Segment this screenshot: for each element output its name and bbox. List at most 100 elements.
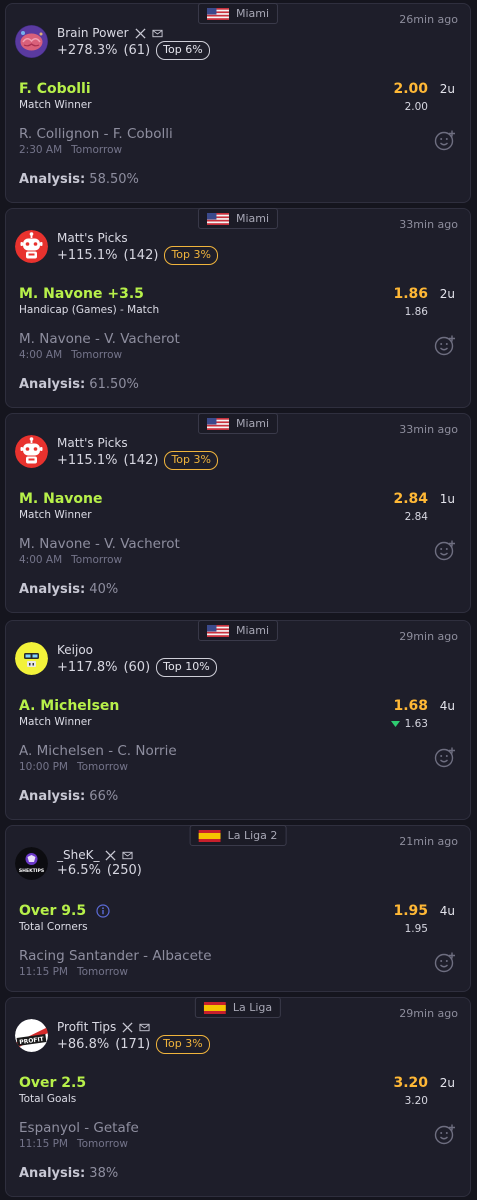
league-tag[interactable]: Miami (197, 620, 279, 641)
stake-units: 2u (439, 1076, 455, 1090)
email-icon[interactable] (122, 850, 133, 861)
kickoff-day: Tomorrow (77, 966, 128, 978)
tipster-profit: +6.5% (57, 863, 101, 878)
add-reaction-icon[interactable] (434, 539, 456, 561)
tip-card[interactable]: Miami 26min ago Brain Power +278.3% (61)… (5, 3, 471, 203)
market-type: Match Winner (19, 99, 92, 111)
league-tag[interactable]: Miami (197, 413, 279, 434)
x-icon[interactable] (135, 28, 146, 39)
usa-flag-icon (207, 8, 229, 20)
kickoff-time: 4:00 AM (19, 554, 63, 566)
add-reaction-icon[interactable] (434, 129, 456, 151)
tipster-profit: +115.1% (57, 453, 118, 468)
posted-time: 29min ago (399, 1007, 458, 1020)
market-type: Match Winner (19, 509, 92, 521)
tipster-pick-count: (60) (123, 660, 151, 675)
posted-time: 33min ago (399, 423, 458, 436)
tipster-name[interactable]: _SheK_ (57, 848, 99, 862)
tip-card[interactable]: Miami 29min ago Keijoo +117.8% (60) Top … (5, 620, 471, 820)
top-rank-badge: Top 6% (156, 41, 210, 60)
analysis-row[interactable]: Analysis: 61.50% (19, 377, 139, 392)
tipster-name[interactable]: Matt's Picks (57, 436, 128, 450)
pick-odds: 1.68 (393, 698, 428, 714)
keijoo-avatar-icon (15, 642, 48, 675)
spain-flag-icon (199, 830, 221, 842)
analysis-row[interactable]: Analysis: 38% (19, 1166, 118, 1181)
pick-selection: M. Navone (19, 491, 103, 507)
info-icon[interactable] (96, 904, 110, 918)
email-icon[interactable] (152, 28, 163, 39)
tips-feed: Miami 26min ago Brain Power +278.3% (61)… (0, 0, 477, 1200)
x-icon[interactable] (105, 850, 116, 861)
pick-odds: 1.95 (393, 903, 428, 919)
tipster-name[interactable]: Keijoo (57, 643, 93, 657)
kickoff-day: Tomorrow (71, 144, 123, 156)
stake-units: 4u (439, 699, 455, 713)
tipster-avatar[interactable] (15, 435, 48, 468)
league-tag[interactable]: La Liga 2 (189, 825, 287, 846)
kickoff-time: 11:15 PM (19, 1138, 68, 1150)
match-name[interactable]: M. Navone - V. Vacherot (19, 536, 180, 552)
usa-flag-icon (207, 213, 229, 225)
tip-card[interactable]: La Liga 29min ago PROFIT Profit Tips +86… (5, 997, 471, 1197)
pick-odds: 2.00 (393, 81, 428, 97)
tipster-avatar[interactable] (15, 642, 48, 675)
analysis-label: Analysis: (19, 377, 86, 392)
tipster-name[interactable]: Matt's Picks (57, 231, 128, 245)
league-tag[interactable]: Miami (197, 3, 279, 24)
tipster-profit: +115.1% (57, 248, 118, 263)
kickoff-day: Tomorrow (77, 761, 128, 773)
add-reaction-icon[interactable] (434, 746, 456, 768)
current-odds: 1.63 (404, 718, 428, 730)
kickoff-time: 4:00 AM (19, 349, 63, 361)
league-tag[interactable]: La Liga (194, 997, 282, 1018)
add-reaction-icon[interactable] (434, 951, 456, 973)
usa-flag-icon (207, 418, 229, 430)
posted-time: 26min ago (399, 13, 458, 26)
posted-time: 33min ago (399, 218, 458, 231)
tipster-pick-count: (142) (123, 453, 159, 468)
match-name[interactable]: Espanyol - Getafe (19, 1120, 139, 1136)
pick-odds: 2.84 (393, 491, 428, 507)
tipster-profit: +278.3% (57, 43, 118, 58)
kickoff-time: 10:00 PM (19, 761, 68, 773)
market-type: Handicap (Games) - Match (19, 304, 160, 316)
pick-selection: Over 2.5 (19, 1075, 87, 1091)
kickoff-time: 2:30 AM (19, 144, 63, 156)
top-rank-badge: Top 3% (164, 246, 218, 265)
posted-time: 21min ago (399, 835, 458, 848)
analysis-row[interactable]: Analysis: 58.50% (19, 172, 139, 187)
tip-card[interactable]: Miami 33min ago Matt's Picks +115.1% (14… (5, 413, 471, 613)
league-name: Miami (235, 417, 270, 430)
add-reaction-icon[interactable] (434, 1123, 456, 1145)
tipster-avatar[interactable]: SHEKTIPS (15, 847, 48, 880)
top-rank-badge: Top 3% (156, 1035, 210, 1054)
top-rank-badge: Top 3% (164, 451, 218, 470)
match-name[interactable]: A. Michelsen - C. Norrie (19, 743, 177, 759)
tipster-name[interactable]: Profit Tips (57, 1020, 116, 1034)
analysis-row[interactable]: Analysis: 40% (19, 582, 118, 597)
stake-units: 1u (439, 492, 455, 506)
tipster-name[interactable]: Brain Power (57, 26, 129, 40)
league-tag[interactable]: Miami (197, 208, 279, 229)
match-name[interactable]: M. Navone - V. Vacherot (19, 331, 180, 347)
kickoff-day: Tomorrow (71, 349, 123, 361)
analysis-label: Analysis: (19, 789, 86, 804)
analysis-row[interactable]: Analysis: 66% (19, 789, 118, 804)
add-reaction-icon[interactable] (434, 334, 456, 356)
tipster-avatar[interactable]: PROFIT (15, 1019, 48, 1052)
tip-card[interactable]: Miami 33min ago Matt's Picks +115.1% (14… (5, 208, 471, 408)
tipster-avatar[interactable] (15, 230, 48, 263)
x-icon[interactable] (122, 1022, 133, 1033)
spain-flag-icon (204, 1002, 226, 1014)
tip-card[interactable]: La Liga 2 21min ago SHEKTIPS _SheK_ +6.5… (5, 825, 471, 992)
email-icon[interactable] (139, 1022, 150, 1033)
analysis-value: 66% (89, 789, 119, 804)
match-name[interactable]: Racing Santander - Albacete (19, 948, 212, 964)
pick-selection: Over 9.5 (19, 903, 87, 919)
tipster-avatar[interactable] (15, 25, 48, 58)
match-name[interactable]: R. Collignon - F. Cobolli (19, 126, 173, 142)
stake-units: 4u (439, 904, 455, 918)
odds-drop-arrow-icon (390, 721, 400, 727)
avatar-logo-text: SHEKTIPS (19, 868, 44, 874)
